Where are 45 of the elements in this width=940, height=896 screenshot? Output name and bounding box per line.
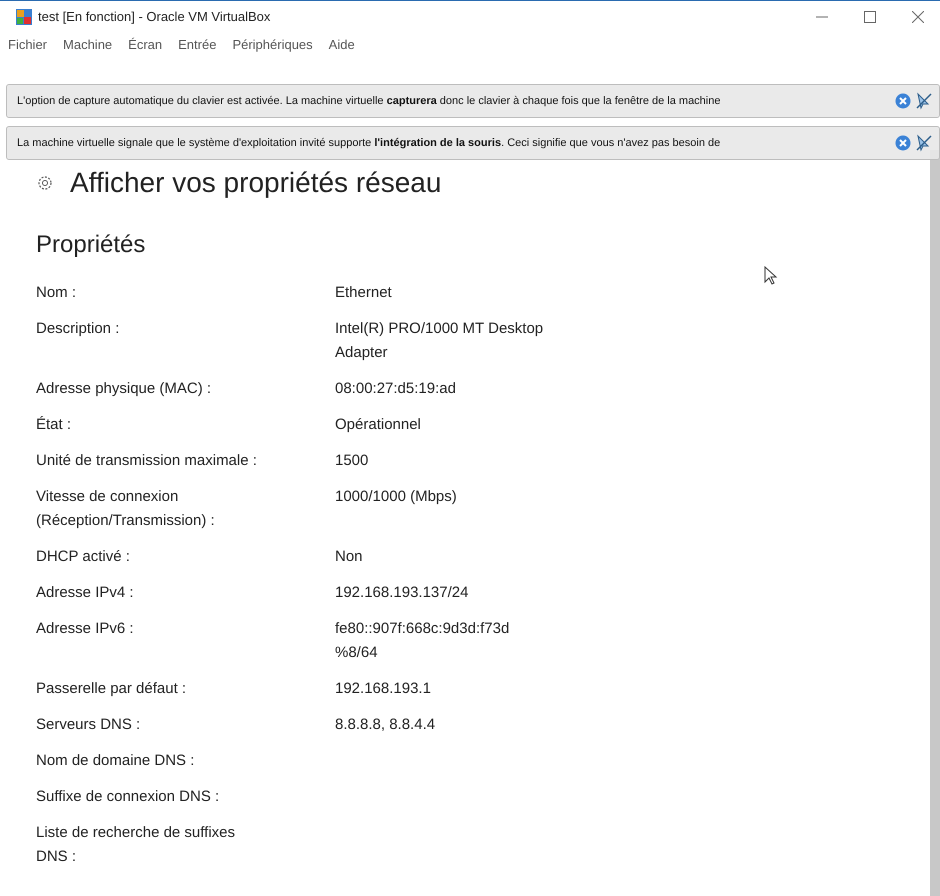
property-label: Description : (36, 319, 120, 339)
menu-item[interactable]: Entrée (178, 35, 216, 55)
property-value: 1500 (335, 451, 370, 471)
property-value: fe80::907f:668c:9d3d:f73d %8/64 (335, 619, 510, 663)
property-value: Opérationnel (335, 415, 422, 435)
property-label: État : (36, 415, 72, 435)
property-label: Nom de domaine DNS : (36, 751, 196, 771)
app-icon (16, 9, 32, 25)
property-value: Ethernet (335, 283, 393, 303)
close-icon[interactable] (895, 135, 911, 151)
property-value: 1000/1000 (Mbps) (335, 487, 458, 507)
mouse-crossed-icon[interactable] (915, 92, 933, 110)
property-value: Non (335, 547, 364, 567)
property-label: DHCP activé : (36, 547, 131, 567)
section-heading: Propriétés (36, 230, 146, 260)
property-label: Serveurs DNS : (36, 715, 142, 735)
property-label: Passerelle par défaut : (36, 679, 188, 699)
property-label: Vitesse de connexion (Réception/Transmission) : (36, 487, 216, 531)
property-label: Adresse physique (MAC) : (36, 379, 212, 399)
property-value: 192.168.193.1 (335, 679, 432, 699)
window-title: test [En fonction] - Oracle VM VirtualBox (38, 8, 270, 26)
notification-text: L'option de capture automatique du clavier est activée. La machine virtuelle capturera donc le clavier à chaque fois que la fenêtre de la machine (17, 94, 720, 109)
menu-item[interactable]: Machine (63, 35, 112, 55)
close-icon[interactable] (895, 93, 911, 109)
menu-item[interactable]: Écran (128, 35, 162, 55)
property-label: Unité de transmission maximale : (36, 451, 258, 471)
mouse-crossed-icon[interactable] (915, 134, 933, 152)
menu-item[interactable]: Fichier (8, 35, 48, 55)
menu-item[interactable]: Périphériques (232, 35, 313, 55)
gear-icon (36, 174, 54, 192)
property-value: Intel(R) PRO/1000 MT Desktop Adapter (335, 319, 544, 363)
property-label: Adresse IPv4 : (36, 583, 135, 603)
page-title: Afficher vos propriétés réseau (70, 167, 442, 199)
property-label: Suffixe de connexion DNS : (36, 787, 220, 807)
close-icon[interactable] (912, 11, 924, 23)
notification-text: La machine virtuelle signale que le système d'exploitation invité supporte l'intégration de la souris. Ceci signifie que vous n'avez pas besoin de (17, 136, 720, 151)
menu-item[interactable]: Aide (328, 35, 355, 55)
property-label: Liste de recherche de suffixes DNS : (36, 823, 236, 867)
property-value: 08:00:27:d5:19:ad (335, 379, 457, 399)
mouse-pointer-icon (764, 266, 778, 286)
maximize-icon[interactable] (864, 11, 876, 23)
property-label: Adresse IPv6 : (36, 619, 135, 639)
property-label: Nom : (36, 283, 78, 303)
property-value: 8.8.8.8, 8.8.4.4 (335, 715, 436, 735)
property-value: 192.168.193.137/24 (335, 583, 470, 603)
